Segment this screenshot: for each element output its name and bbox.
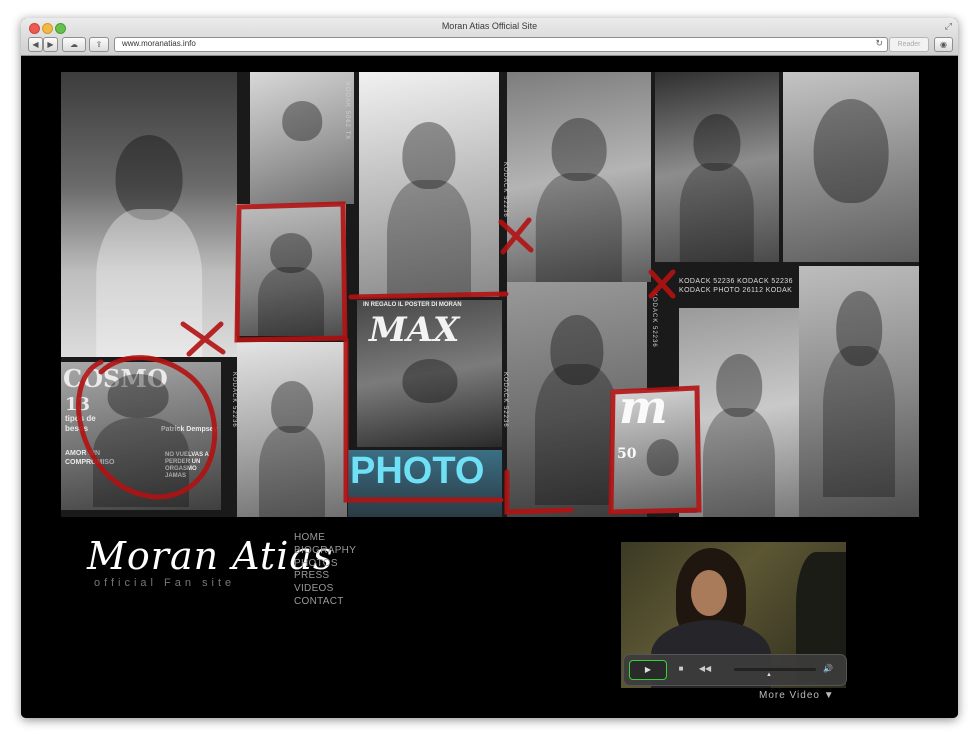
play-button[interactable]: ▶ xyxy=(629,660,667,680)
nav-home[interactable]: HOME xyxy=(294,532,356,545)
play-icon: ▶ xyxy=(644,665,652,674)
marker-line-max xyxy=(348,291,509,300)
stop-icon: ■ xyxy=(678,664,684,673)
photo-collage: COSMO 13 tipos de besos AMOR SIN COMPROM… xyxy=(61,72,919,517)
red-marker-overlay xyxy=(76,201,702,515)
back-arrow-icon: ◀ xyxy=(32,40,39,49)
reload-icon[interactable]: ↻ xyxy=(875,38,883,49)
volume-icon: 🔊 xyxy=(823,664,833,673)
nav-biography[interactable]: BIOGRAPHY xyxy=(294,545,356,558)
downloads-button[interactable]: ◉ xyxy=(934,37,953,52)
video-controls: ▶ ■ ◀◀ ▲ 🔊 xyxy=(623,654,847,686)
downloads-icon: ◉ xyxy=(940,40,947,49)
rewind-button[interactable]: ◀◀ xyxy=(696,662,714,676)
more-video-label: More Video xyxy=(759,690,820,701)
page-content: COSMO 13 tipos de besos AMOR SIN COMPROM… xyxy=(21,56,958,718)
marker-bracket-photo xyxy=(343,337,504,503)
marker-x-1 xyxy=(180,321,226,357)
nav-photos[interactable]: PHOTOS xyxy=(294,558,356,571)
reader-button[interactable]: Reader xyxy=(889,37,929,52)
icloud-tabs-button[interactable]: ☁ xyxy=(62,37,86,52)
url-text[interactable]: www.moranatias.info xyxy=(122,39,196,48)
video-frame-face xyxy=(691,570,727,616)
more-video-link[interactable]: More Video ▼ xyxy=(759,690,835,701)
back-button[interactable]: ◀ xyxy=(28,37,43,52)
rewind-icon: ◀◀ xyxy=(698,664,712,673)
site-tagline: official Fan site xyxy=(94,577,236,589)
title-bar: Moran Atias Official Site ⤢ ◀ ▶ ☁ ⇪ www.… xyxy=(21,18,958,56)
fullscreen-icon[interactable]: ⤢ xyxy=(945,21,952,32)
nav-press[interactable]: PRESS xyxy=(294,570,356,583)
stop-button[interactable]: ■ xyxy=(674,662,688,676)
progress-knob-icon[interactable]: ▲ xyxy=(766,672,772,678)
forward-button[interactable]: ▶ xyxy=(43,37,58,52)
nav-contact[interactable]: CONTACT xyxy=(294,596,356,609)
browser-window: Moran Atias Official Site ⤢ ◀ ▶ ☁ ⇪ www.… xyxy=(21,18,958,718)
marker-box-1 xyxy=(234,201,348,343)
video-progress-track[interactable] xyxy=(734,668,816,671)
marker-x-3 xyxy=(648,269,676,299)
window-title: Moran Atias Official Site xyxy=(441,21,538,31)
main-navigation: HOME BIOGRAPHY PHOTOS PRESS VIDEOS CONTA… xyxy=(294,532,356,609)
marker-x-2 xyxy=(498,217,534,255)
share-icon: ⇪ xyxy=(95,40,103,49)
arrow-down-icon: ▼ xyxy=(823,690,835,701)
cloud-icon: ☁ xyxy=(70,40,78,49)
volume-button[interactable]: 🔊 xyxy=(820,662,836,676)
forward-arrow-icon: ▶ xyxy=(47,40,54,49)
marker-circle-cosmo xyxy=(76,355,218,500)
marker-bracket-scarf xyxy=(504,469,574,515)
nav-videos[interactable]: VIDEOS xyxy=(294,583,356,596)
address-bar[interactable]: www.moranatias.info ↻ xyxy=(114,37,888,52)
marker-box-m xyxy=(608,385,702,515)
share-button[interactable]: ⇪ xyxy=(89,37,109,52)
